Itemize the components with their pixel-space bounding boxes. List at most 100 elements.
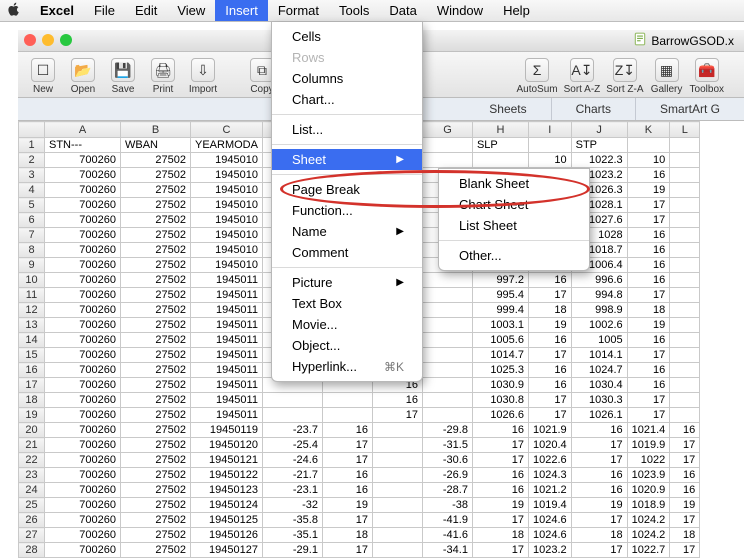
cell[interactable]: 1024.7 — [571, 363, 627, 378]
cell[interactable]: 27502 — [121, 438, 191, 453]
cell[interactable]: 19450123 — [191, 483, 263, 498]
cell[interactable]: 1026.1 — [571, 408, 627, 423]
cell[interactable]: 16 — [571, 423, 627, 438]
insert-menu-item-comment[interactable]: Comment — [272, 242, 422, 263]
row-header-15[interactable]: 15 — [19, 348, 45, 363]
cell[interactable]: 700260 — [45, 228, 121, 243]
cell[interactable]: 19 — [322, 498, 372, 513]
cell[interactable]: 994.8 — [571, 288, 627, 303]
cell[interactable]: 17 — [670, 453, 700, 468]
cell[interactable] — [372, 438, 422, 453]
cell[interactable]: 1024.3 — [528, 468, 571, 483]
cell[interactable]: 27502 — [121, 153, 191, 168]
toolbar-sort-z-a-button[interactable]: Z↧Sort Z-A — [606, 58, 643, 95]
cell[interactable] — [422, 318, 472, 333]
cell[interactable] — [422, 153, 472, 168]
menu-edit[interactable]: Edit — [125, 0, 167, 21]
cell[interactable]: 700260 — [45, 333, 121, 348]
insert-menu-item-sheet[interactable]: Sheet▶ — [272, 149, 422, 170]
cell[interactable]: 16 — [528, 363, 571, 378]
cell[interactable]: 995.4 — [472, 288, 528, 303]
insert-menu-item-text-box[interactable]: Text Box — [272, 293, 422, 314]
cell[interactable]: 27502 — [121, 393, 191, 408]
cell[interactable] — [670, 333, 700, 348]
column-header-C[interactable]: C — [191, 122, 263, 138]
cell[interactable]: -24.6 — [262, 453, 322, 468]
cell[interactable] — [670, 303, 700, 318]
row-header-25[interactable]: 25 — [19, 498, 45, 513]
cell[interactable]: 19450121 — [191, 453, 263, 468]
window-traffic-lights[interactable] — [24, 34, 72, 46]
cell[interactable]: 1019.9 — [627, 438, 670, 453]
cell[interactable]: 1945010 — [191, 183, 263, 198]
row-header-26[interactable]: 26 — [19, 513, 45, 528]
row-header-24[interactable]: 24 — [19, 483, 45, 498]
cell[interactable] — [372, 453, 422, 468]
cell[interactable]: 27502 — [121, 213, 191, 228]
cell[interactable]: 27502 — [121, 528, 191, 543]
cell[interactable] — [670, 228, 700, 243]
cell[interactable]: 17 — [627, 348, 670, 363]
cell[interactable]: 1945011 — [191, 288, 263, 303]
cell[interactable]: 1024.2 — [627, 528, 670, 543]
cell[interactable]: 16 — [627, 333, 670, 348]
cell[interactable]: -21.7 — [262, 468, 322, 483]
cell[interactable]: 1945010 — [191, 243, 263, 258]
cell[interactable]: 27502 — [121, 468, 191, 483]
cell[interactable]: 1030.3 — [571, 393, 627, 408]
toolbar-gallery-button[interactable]: ▦Gallery — [650, 58, 684, 95]
cell[interactable]: 1945010 — [191, 198, 263, 213]
cell[interactable]: 17 — [571, 543, 627, 558]
cell[interactable]: 1030.4 — [571, 378, 627, 393]
cell[interactable] — [322, 393, 372, 408]
cell[interactable]: 1019.4 — [528, 498, 571, 513]
cell[interactable]: 700260 — [45, 213, 121, 228]
insert-menu-item-list[interactable]: List... — [272, 119, 422, 140]
cell[interactable]: 10 — [627, 153, 670, 168]
cell[interactable]: 1014.1 — [571, 348, 627, 363]
cell[interactable]: -41.9 — [422, 513, 472, 528]
cell[interactable]: 17 — [571, 513, 627, 528]
cell[interactable]: 1020.4 — [528, 438, 571, 453]
cell[interactable]: -28.7 — [422, 483, 472, 498]
cell[interactable]: 700260 — [45, 483, 121, 498]
cell[interactable]: 19450119 — [191, 423, 263, 438]
insert-menu[interactable]: CellsRowsColumnsChart...List...Sheet▶Pag… — [271, 22, 423, 382]
row-header-20[interactable]: 20 — [19, 423, 45, 438]
cell[interactable]: 700260 — [45, 498, 121, 513]
cell[interactable]: 27502 — [121, 303, 191, 318]
cell[interactable]: 1945011 — [191, 303, 263, 318]
column-header-H[interactable]: H — [472, 122, 528, 138]
cell[interactable] — [472, 153, 528, 168]
sheet-submenu-item-chart-sheet[interactable]: Chart Sheet — [439, 194, 589, 215]
row-header-14[interactable]: 14 — [19, 333, 45, 348]
insert-menu-item-page-break[interactable]: Page Break — [272, 179, 422, 200]
cell[interactable]: 700260 — [45, 393, 121, 408]
cell[interactable] — [422, 288, 472, 303]
column-header-J[interactable]: J — [571, 122, 627, 138]
cell[interactable]: -25.4 — [262, 438, 322, 453]
cell[interactable]: 17 — [528, 348, 571, 363]
toolbar-sort-a-z-button[interactable]: A↧Sort A-Z — [564, 58, 601, 95]
cell[interactable]: 16 — [472, 423, 528, 438]
cell[interactable]: 27502 — [121, 288, 191, 303]
sheet-submenu-item-blank-sheet[interactable]: Blank Sheet — [439, 173, 589, 194]
cell[interactable]: -26.9 — [422, 468, 472, 483]
cell[interactable] — [322, 408, 372, 423]
cell[interactable]: 17 — [322, 453, 372, 468]
toolbar-print-button[interactable]: 🖨Print — [146, 58, 180, 95]
cell[interactable]: 700260 — [45, 378, 121, 393]
toolbar-new-button[interactable]: ☐New — [26, 58, 60, 95]
cell[interactable]: 16 — [627, 378, 670, 393]
cell[interactable] — [422, 348, 472, 363]
cell[interactable]: 27502 — [121, 483, 191, 498]
cell[interactable]: 700260 — [45, 288, 121, 303]
cell[interactable]: 998.9 — [571, 303, 627, 318]
cell[interactable] — [372, 468, 422, 483]
cell[interactable]: 10 — [528, 153, 571, 168]
row-header-17[interactable]: 17 — [19, 378, 45, 393]
cell[interactable]: 18 — [528, 303, 571, 318]
cell[interactable]: 27502 — [121, 228, 191, 243]
cell[interactable] — [422, 273, 472, 288]
insert-menu-item-picture[interactable]: Picture▶ — [272, 272, 422, 293]
